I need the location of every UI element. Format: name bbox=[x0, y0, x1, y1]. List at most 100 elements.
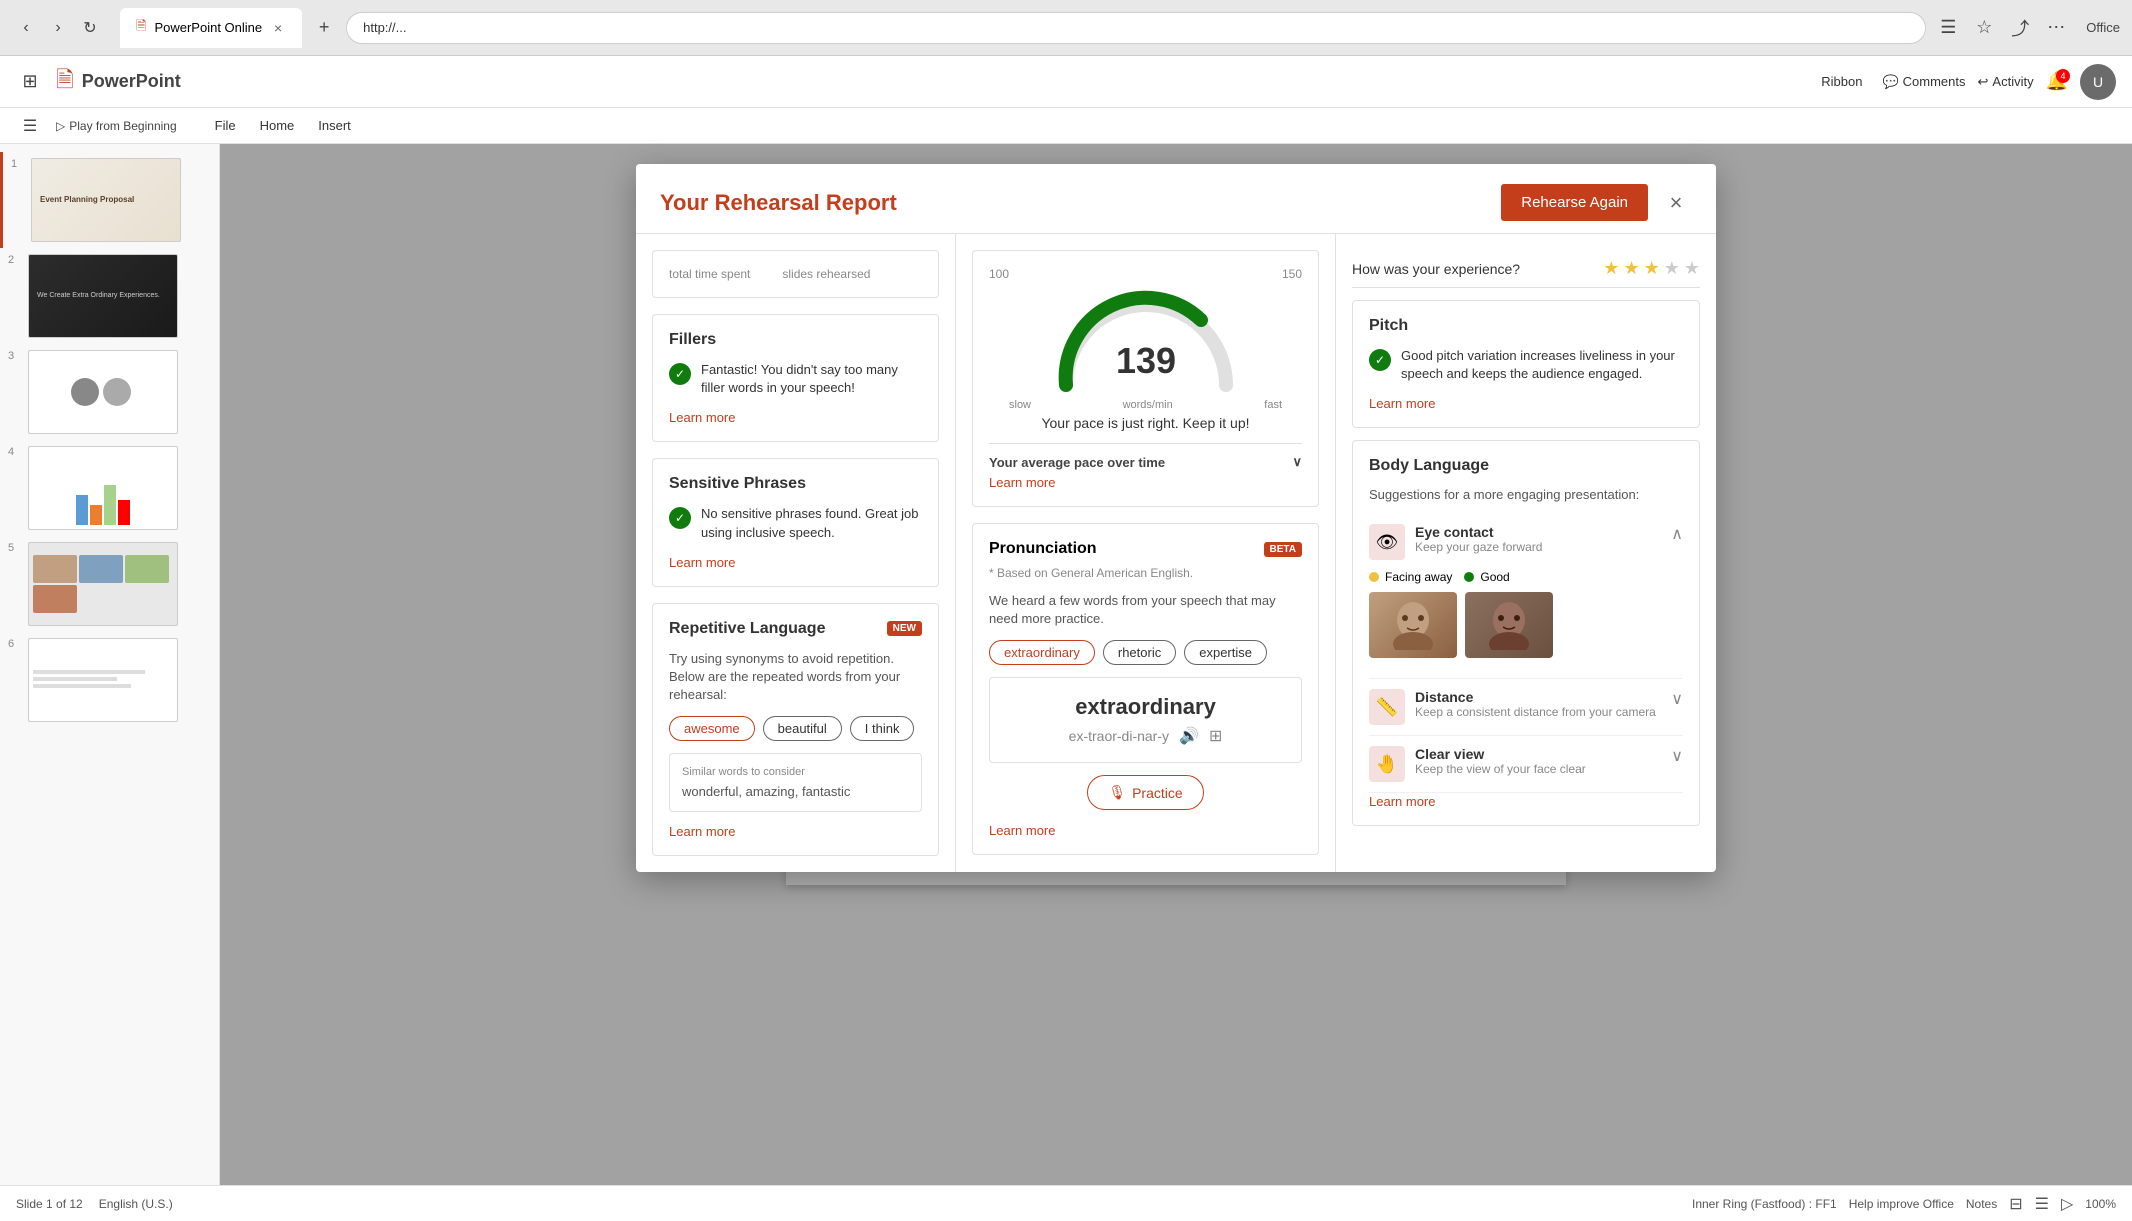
word-tag-rhetoric[interactable]: rhetoric bbox=[1103, 640, 1176, 665]
view-normal-button[interactable]: ⊟ bbox=[2009, 1194, 2022, 1214]
slide-num-2: 2 bbox=[8, 254, 22, 266]
slides-label: slides rehearsed bbox=[782, 267, 870, 281]
tag-i-think[interactable]: I think bbox=[850, 716, 915, 741]
browser-tab[interactable]: 🗎 PowerPoint Online × bbox=[120, 8, 302, 48]
dots-button[interactable]: ⋯ bbox=[2042, 14, 2070, 42]
slide-item-5[interactable]: 5 bbox=[0, 536, 219, 632]
body-item-clear-view: 🤚 Clear view Keep the view of your face … bbox=[1369, 736, 1683, 793]
pitch-success-icon: ✓ bbox=[1369, 349, 1391, 371]
pronunciation-learn-more[interactable]: Learn more bbox=[989, 823, 1055, 838]
notes-button[interactable]: Notes bbox=[1966, 1197, 1997, 1211]
slide-item-6[interactable]: 6 bbox=[0, 632, 219, 728]
tab-close-button[interactable]: × bbox=[270, 20, 286, 36]
tag-beautiful[interactable]: beautiful bbox=[763, 716, 842, 741]
fillers-learn-more[interactable]: Learn more bbox=[669, 410, 735, 425]
play-label: Play from Beginning bbox=[69, 119, 176, 133]
middle-column: 100 150 1 bbox=[956, 234, 1336, 872]
play-from-beginning-small[interactable]: ▷ Play from Beginning bbox=[48, 112, 185, 140]
activity-icon: ↩ bbox=[1978, 74, 1989, 90]
eye-contact-chevron-up: ∧ bbox=[1671, 524, 1683, 544]
repetitive-learn-more[interactable]: Learn more bbox=[669, 824, 735, 839]
bell-badge: 4 bbox=[2056, 69, 2070, 83]
star-button[interactable]: ☆ bbox=[1970, 14, 1998, 42]
star-3[interactable]: ★ bbox=[1644, 258, 1660, 279]
experience-question: How was your experience? bbox=[1352, 261, 1520, 277]
slide-item-3[interactable]: 3 bbox=[0, 344, 219, 440]
hamburger-button[interactable]: ☰ bbox=[1934, 14, 1962, 42]
grid-menu-button[interactable]: ⊞ bbox=[16, 68, 44, 96]
face-svg-1 bbox=[1383, 600, 1443, 650]
pronunciation-title: Pronunciation bbox=[989, 540, 1097, 558]
sensitive-learn-more[interactable]: Learn more bbox=[669, 555, 735, 570]
share-button[interactable]: ⤴ bbox=[2006, 14, 2034, 42]
pace-learn-more[interactable]: Learn more bbox=[989, 475, 1055, 490]
clear-view-header[interactable]: 🤚 Clear view Keep the view of your face … bbox=[1369, 746, 1683, 782]
distance-icon: 📏 bbox=[1369, 689, 1405, 725]
slide-thumb-4 bbox=[28, 446, 178, 530]
ribbon-button[interactable]: Ribbon bbox=[1813, 70, 1870, 93]
star-rating[interactable]: ★ ★ ★ ★ ★ bbox=[1603, 258, 1700, 279]
word-tag-extraordinary[interactable]: extraordinary bbox=[989, 640, 1095, 665]
activity-button[interactable]: ↩ Activity bbox=[1978, 74, 2034, 90]
rehearse-again-button[interactable]: Rehearse Again bbox=[1501, 184, 1648, 221]
star-5[interactable]: ★ bbox=[1684, 258, 1700, 279]
tab-favicon: 🗎 bbox=[136, 17, 146, 39]
refresh-button[interactable]: ↻ bbox=[76, 14, 104, 42]
address-bar[interactable]: http://... bbox=[346, 12, 1926, 44]
face-pictures bbox=[1369, 592, 1683, 658]
distance-subtitle: Keep a consistent distance from your cam… bbox=[1415, 705, 1656, 719]
forward-button[interactable]: › bbox=[44, 14, 72, 42]
app-logo: 🗎 PowerPoint bbox=[56, 63, 181, 101]
slide-num-6: 6 bbox=[8, 638, 22, 650]
modal-close-button[interactable]: × bbox=[1660, 187, 1692, 219]
star-4[interactable]: ★ bbox=[1664, 258, 1680, 279]
speaker-icon[interactable]: 🔊 bbox=[1179, 726, 1199, 746]
body-item-distance: 📏 Distance Keep a consistent distance fr… bbox=[1369, 679, 1683, 736]
body-language-learn-more[interactable]: Learn more bbox=[1369, 794, 1435, 809]
slide-item-1[interactable]: 1 Event Planning Proposal bbox=[0, 152, 219, 248]
slide-item-2[interactable]: 2 We Create Extra Ordinary Experiences. bbox=[0, 248, 219, 344]
repetitive-tags: awesome beautiful I think bbox=[669, 716, 922, 741]
slide-item-4[interactable]: 4 bbox=[0, 440, 219, 536]
practice-button[interactable]: 🎙 Practice bbox=[1087, 775, 1203, 810]
body-language-section: Body Language Suggestions for a more eng… bbox=[1352, 440, 1700, 826]
synonym-text: wonderful, amazing, fantastic bbox=[682, 784, 909, 799]
body-language-title: Body Language bbox=[1369, 457, 1683, 475]
slide-2-title: We Create Extra Ordinary Experiences. bbox=[37, 291, 169, 300]
tag-awesome[interactable]: awesome bbox=[669, 716, 755, 741]
pronunciation-description: We heard a few words from your speech th… bbox=[989, 592, 1302, 628]
pace-avg-toggle[interactable]: Your average pace over time ∨ bbox=[989, 454, 1302, 470]
distance-header[interactable]: 📏 Distance Keep a consistent distance fr… bbox=[1369, 689, 1683, 725]
star-1[interactable]: ★ bbox=[1603, 258, 1619, 279]
view-slideshow-button[interactable]: ▷ bbox=[2061, 1194, 2073, 1214]
slide-num-3: 3 bbox=[8, 350, 22, 362]
eye-contact-subtitle: Keep your gaze forward bbox=[1415, 540, 1542, 554]
back-button[interactable]: ‹ bbox=[12, 14, 40, 42]
info-icon[interactable]: ⊞ bbox=[1209, 726, 1222, 746]
new-tab-button[interactable]: + bbox=[310, 14, 338, 42]
app-bar: ⊞ 🗎 PowerPoint Ribbon 💬 Comments ↩ Activ… bbox=[0, 56, 2132, 108]
slide-info: Slide 1 of 12 bbox=[16, 1197, 83, 1211]
word-tag-expertise[interactable]: expertise bbox=[1184, 640, 1267, 665]
eye-contact-details: Facing away Good bbox=[1369, 560, 1683, 668]
app-name: PowerPoint bbox=[82, 71, 181, 92]
help-improve-button[interactable]: Help improve Office bbox=[1849, 1197, 1954, 1211]
comments-button[interactable]: 💬 Comments bbox=[1882, 74, 1965, 90]
good-dot bbox=[1464, 572, 1474, 582]
fillers-text: Fantastic! You didn't say too many fille… bbox=[701, 361, 922, 397]
main-area: 1 Event Planning Proposal 2 We Create Ex… bbox=[0, 144, 2132, 1185]
pitch-learn-more[interactable]: Learn more bbox=[1369, 396, 1435, 411]
tab-label: PowerPoint Online bbox=[154, 20, 262, 35]
star-2[interactable]: ★ bbox=[1623, 258, 1639, 279]
view-outline-button[interactable]: ☰ bbox=[2035, 1194, 2049, 1214]
menu-file[interactable]: File bbox=[205, 114, 246, 137]
avatar[interactable]: U bbox=[2080, 64, 2116, 100]
modal-title: Your Rehearsal Report bbox=[660, 190, 897, 216]
menu-insert[interactable]: Insert bbox=[308, 114, 361, 137]
eye-contact-header[interactable]: 👁 Eye contact Keep your gaze forward ∧ bbox=[1369, 524, 1683, 560]
sensitive-title: Sensitive Phrases bbox=[669, 475, 806, 493]
repetitive-description: Try using synonyms to avoid repetition. … bbox=[669, 650, 922, 705]
menu-home[interactable]: Home bbox=[250, 114, 305, 137]
sidebar-toggle[interactable]: ☰ bbox=[16, 112, 44, 140]
good-label: Good bbox=[1480, 570, 1509, 584]
